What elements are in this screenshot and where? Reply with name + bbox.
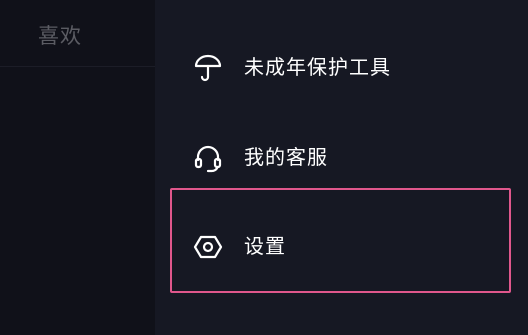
- menu-item-settings[interactable]: 设置: [155, 217, 528, 277]
- menu-item-customer-service[interactable]: 我的客服: [155, 128, 528, 188]
- menu-item-label: 我的客服: [244, 145, 328, 169]
- headset-icon: [193, 143, 223, 173]
- menu-item-label: 设置: [244, 234, 286, 258]
- hexagon-settings-icon: [193, 232, 223, 262]
- umbrella-icon: [193, 53, 223, 83]
- menu-item-minor-protection[interactable]: 未成年保护工具: [155, 38, 528, 98]
- side-drawer-menu: 未成年保护工具 我的客服 设置: [155, 0, 528, 335]
- tab-likes-label: 喜欢: [38, 24, 82, 48]
- background-page: 喜欢: [0, 0, 155, 335]
- menu-item-label: 未成年保护工具: [244, 55, 391, 79]
- tab-likes[interactable]: 喜欢: [0, 0, 155, 67]
- screen: 喜欢 未成年保护工具 我的客服 设置: [0, 0, 528, 335]
